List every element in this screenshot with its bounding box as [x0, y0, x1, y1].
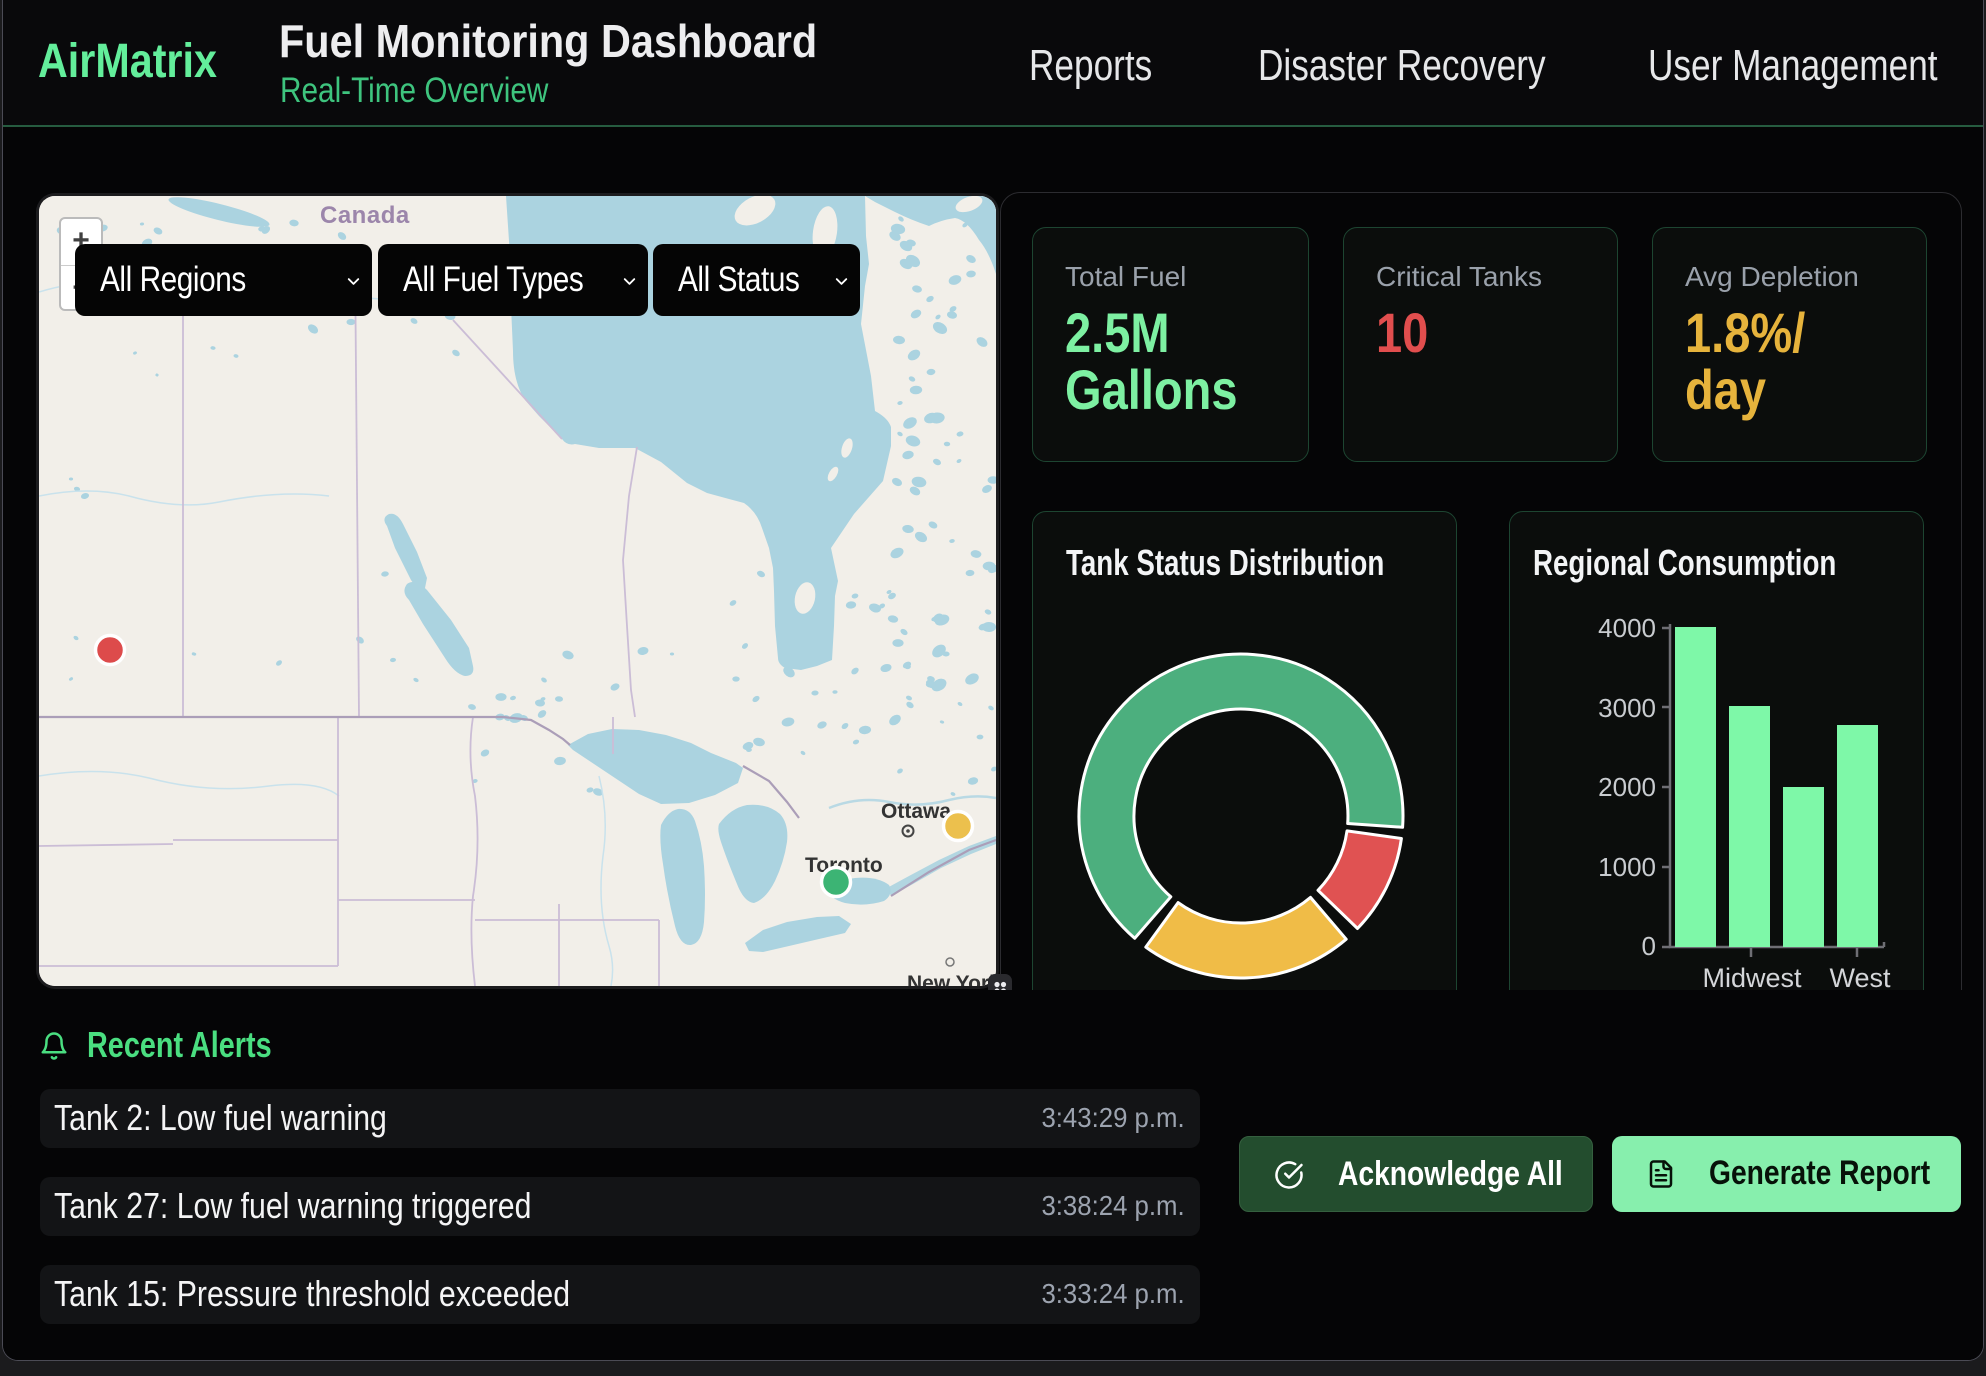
svg-text:New York: New York [907, 972, 996, 986]
svg-text:0: 0 [1642, 931, 1656, 961]
svg-text:2000: 2000 [1598, 772, 1656, 802]
svg-text:Midwest: Midwest [1702, 963, 1802, 993]
svg-text:Ottawa: Ottawa [881, 800, 951, 823]
svg-text:1000: 1000 [1598, 852, 1656, 882]
svg-text:3000: 3000 [1598, 693, 1656, 723]
svg-text:4000: 4000 [1598, 613, 1656, 643]
svg-text:Canada: Canada [320, 202, 410, 229]
svg-text:West: West [1829, 963, 1891, 993]
